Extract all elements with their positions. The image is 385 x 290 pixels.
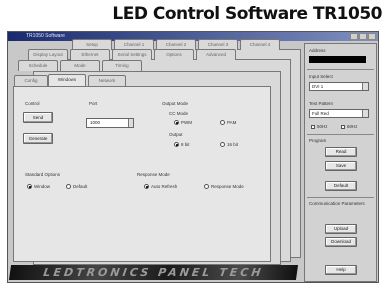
16bit-option-label: 16 bit: [227, 142, 239, 147]
port-spinner[interactable]: [128, 119, 133, 127]
output-mode-label: Output Mode: [162, 101, 189, 106]
default-button[interactable]: Default: [325, 181, 357, 191]
page-caption: LED Control Software TR1050: [112, 4, 382, 24]
separator: [307, 197, 374, 198]
8bit-option-label: 8 bit: [181, 142, 190, 147]
pwm-radio[interactable]: [174, 120, 179, 125]
right-sidebar: Address Input Select DVI 1 Test Pattern …: [304, 43, 377, 282]
output-label: Output: [169, 132, 183, 137]
auto-refresh-option-label: Auto Refresh: [151, 184, 178, 189]
port-label: Port: [89, 101, 98, 106]
brand-banner: LEDTRONICS PANEL TECH: [8, 265, 299, 280]
auto-refresh-radio[interactable]: [144, 184, 149, 189]
tab-advanced[interactable]: Advanced: [196, 49, 236, 60]
tab-timing[interactable]: Timing: [102, 60, 142, 71]
default-option-label: Default: [73, 184, 88, 189]
pam-option-label: PAM: [227, 120, 237, 125]
16bit-radio[interactable]: [220, 142, 225, 147]
send-button[interactable]: Send: [23, 112, 53, 123]
tab-network[interactable]: Network: [88, 75, 126, 86]
chevron-down-icon: [362, 110, 368, 117]
60hz-label: 60Hz: [347, 124, 358, 129]
save-button[interactable]: Save: [325, 161, 357, 171]
tab-serial-settings[interactable]: Serial Settings: [112, 49, 152, 60]
response-mode-radio[interactable]: [204, 184, 209, 189]
help-button[interactable]: Help: [325, 265, 357, 275]
tab-windows[interactable]: Windows: [48, 74, 86, 86]
tab-ethernet[interactable]: Ethernet: [70, 49, 110, 60]
tab-mode[interactable]: Mode: [60, 60, 100, 71]
test-pattern-label: Test Pattern: [309, 101, 334, 106]
default-radio[interactable]: [66, 184, 71, 189]
50hz-checkbox[interactable]: [311, 125, 315, 129]
test-pattern-value: Full Red: [312, 111, 329, 116]
address-display: [309, 56, 366, 63]
tab-schedule[interactable]: Schedule: [18, 60, 58, 71]
separator: [307, 69, 374, 70]
50hz-label: 50Hz: [317, 124, 328, 129]
tab-config[interactable]: Config: [14, 75, 48, 86]
cc-mode-label: CC Mode: [169, 111, 189, 116]
generate-button[interactable]: Generate: [23, 133, 53, 144]
upload-button[interactable]: Upload: [325, 224, 357, 234]
close-button[interactable]: [368, 33, 376, 40]
minimize-button[interactable]: [350, 33, 358, 40]
download-button[interactable]: Download: [325, 237, 357, 247]
input-select-value: DVI 1: [312, 84, 324, 89]
standard-options-label: Standard Options: [25, 172, 61, 177]
app-window: TR1050 Software Setup Channel 1 Channel …: [7, 31, 379, 283]
maximize-button[interactable]: [359, 33, 367, 40]
address-label: Address: [309, 48, 326, 53]
response-mode-label: Response Mode: [137, 172, 170, 177]
program-label: Program: [309, 138, 327, 143]
test-pattern-dropdown[interactable]: Full Red: [309, 109, 369, 118]
separator: [307, 134, 374, 135]
pwm-option-label: PWM: [181, 120, 192, 125]
input-select-dropdown[interactable]: DVI 1: [309, 82, 369, 91]
60hz-checkbox[interactable]: [341, 125, 345, 129]
window-radio[interactable]: [27, 184, 32, 189]
tab-display-layout[interactable]: Display Layout: [28, 49, 68, 60]
port-input[interactable]: 1000: [86, 118, 134, 128]
window-title: TR1050 Software: [26, 33, 65, 39]
tab-channel-4[interactable]: Channel 4: [240, 39, 280, 50]
communication-parameters-label: Communication Parameters: [309, 201, 365, 206]
8bit-radio[interactable]: [174, 142, 179, 147]
response-mode-option-label: Response Mode: [211, 184, 244, 189]
pam-radio[interactable]: [220, 120, 225, 125]
control-label: Control: [25, 101, 40, 106]
tab-options[interactable]: Options: [154, 49, 194, 60]
port-value: 1000: [90, 120, 101, 125]
window-option-label: Window: [34, 184, 51, 189]
read-button[interactable]: Read: [325, 147, 357, 157]
chevron-down-icon: [362, 83, 368, 90]
input-select-label: Input Select: [309, 74, 333, 79]
